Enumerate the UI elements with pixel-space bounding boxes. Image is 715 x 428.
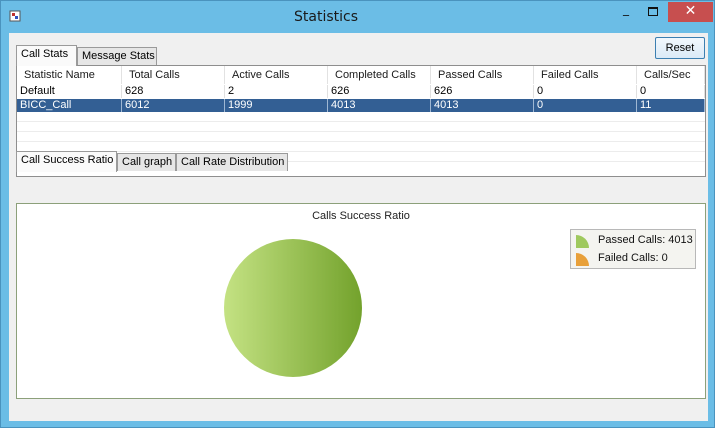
table-row-selected[interactable]: BICC_Call 6012 1999 4013 4013 0 11 [17,99,705,112]
table-row[interactable]: Default 628 2 626 626 0 0 [17,85,705,98]
empty-row [17,113,705,122]
close-icon: ✕ [684,3,697,19]
maximize-icon [648,7,658,16]
column-header[interactable]: Passed Calls [431,66,534,84]
column-header[interactable]: Failed Calls [534,66,637,84]
failed-slice-icon [576,253,589,266]
table-cell: 11 [637,99,705,112]
table-cell: 2 [225,85,328,98]
minimize-icon: _ [623,2,629,16]
table-cell: 628 [122,85,225,98]
table-cell: 6012 [122,99,225,112]
tab-call-stats[interactable]: Call Stats [16,45,77,66]
column-header[interactable]: Statistic Name [17,66,122,84]
tab-call-rate-distribution[interactable]: Call Rate Distribution [176,153,288,171]
minimize-button[interactable]: _ [613,2,639,22]
table-cell: 1999 [225,99,328,112]
legend-label: Failed Calls: 0 [598,252,668,264]
chart-tabstrip: Call Success Ratio Call graph Call Rate … [16,151,316,172]
table-cell: 4013 [328,99,431,112]
empty-row [17,123,705,132]
table-header: Statistic Name Total Calls Active Calls … [17,66,705,84]
pie-slice-passed-calls [224,239,362,377]
table-cell: 0 [637,85,705,98]
reset-button[interactable]: Reset [655,37,705,59]
empty-row [17,133,705,142]
table-cell: BICC_Call [17,99,122,112]
table-cell: 626 [431,85,534,98]
column-header[interactable]: Calls/Sec [637,66,705,84]
table-cell: 0 [534,99,637,112]
column-header[interactable]: Active Calls [225,66,328,84]
chart-legend: Passed Calls: 4013 Failed Calls: 0 [570,229,696,269]
table-cell: 0 [534,85,637,98]
title-bar[interactable]: Statistics _ ✕ [1,1,714,33]
tab-message-stats[interactable]: Message Stats [77,47,157,65]
tab-call-success-ratio[interactable]: Call Success Ratio [16,151,117,172]
pie-chart [224,239,362,377]
legend-label: Passed Calls: 4013 [598,234,693,246]
window-title: Statistics [294,9,358,25]
column-header[interactable]: Total Calls [122,66,225,84]
client-area: Call Stats Message Stats Reset Statistic… [9,33,708,421]
maximize-button[interactable] [639,2,665,22]
passed-slice-icon [576,235,589,248]
column-header[interactable]: Completed Calls [328,66,431,84]
statistics-window: Statistics _ ✕ Call Stats Message Stats … [0,0,715,428]
tab-call-graph[interactable]: Call graph [117,153,176,171]
table-cell: 626 [328,85,431,98]
chart-panel: Calls Success Ratio Passed Calls: 4013 F… [16,203,706,399]
table-cell: 4013 [431,99,534,112]
close-button[interactable]: ✕ [668,2,713,22]
table-cell: Default [17,85,122,98]
stats-tabstrip: Call Stats Message Stats [16,45,216,66]
chart-title: Calls Success Ratio [312,210,410,222]
